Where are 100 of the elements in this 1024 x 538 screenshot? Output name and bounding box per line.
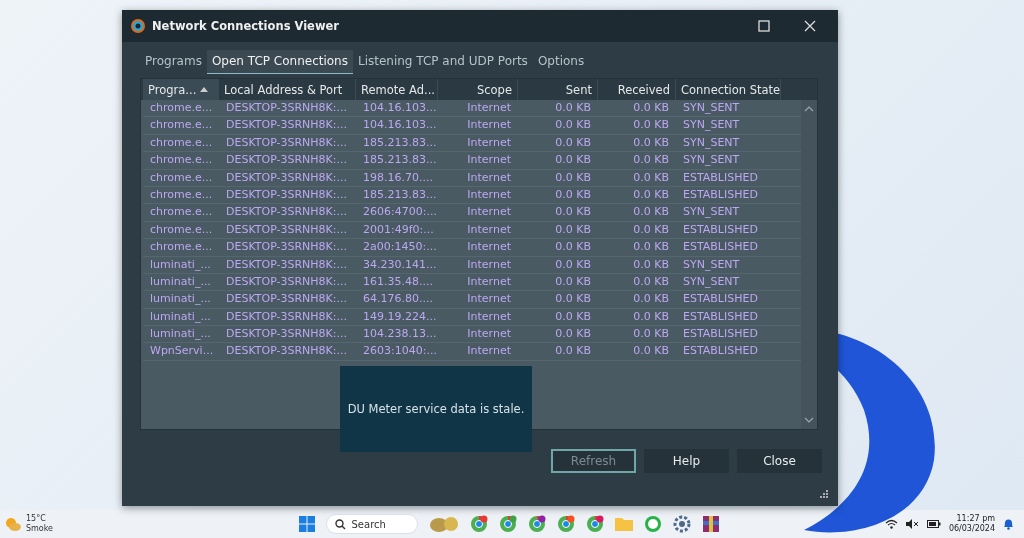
table-cell-text: 0.0 KB: [554, 152, 592, 169]
table-cell-text: luminati_...: [149, 326, 212, 343]
table-cell-text: 0.0 KB: [554, 256, 592, 273]
table-cell-text: 104.16.103...: [362, 100, 438, 116]
table-cell-text: Internet: [466, 221, 512, 238]
tab[interactable]: Listening TCP and UDP Ports: [352, 50, 533, 74]
table-cell-text: 0.0 KB: [554, 186, 592, 203]
browser-icon[interactable]: [498, 515, 517, 533]
browser-icon[interactable]: [527, 515, 546, 533]
table-cell-text: DESKTOP-3SRNH8K:...: [225, 152, 349, 169]
table-cell-text: chrome.e...: [149, 117, 214, 134]
bell-icon[interactable]: [1003, 518, 1014, 530]
browser-icon[interactable]: [585, 515, 604, 533]
table-cell-text: Internet: [466, 343, 512, 360]
windows-logo-icon[interactable]: [298, 516, 315, 532]
table-cell-text: chrome.e...: [149, 169, 214, 186]
table-cell-text: chrome.e...: [149, 152, 214, 169]
table-cell-text: 0.0 KB: [554, 117, 592, 134]
search-icon: [334, 519, 346, 530]
table-cell-text: 0.0 KB: [632, 291, 670, 308]
table-cell-text: DESKTOP-3SRNH8K:...: [225, 273, 349, 290]
table-cell-text: Internet: [466, 100, 512, 116]
table-cell-text: 0.0 KB: [554, 221, 592, 238]
column-header[interactable]: Connection State: [676, 79, 781, 100]
speaker-muted-icon[interactable]: [905, 519, 919, 529]
table-cell-text: chrome.e...: [149, 186, 214, 203]
table-cell-text: DESKTOP-3SRNH8K:...: [225, 117, 349, 134]
column-header[interactable]: Remote Ad...: [356, 79, 438, 100]
resize-grip-icon[interactable]: [820, 490, 828, 498]
table-cell-text: 104.238.13...: [362, 326, 438, 343]
table-cell-text: WpnServi...: [149, 343, 215, 360]
wifi-icon[interactable]: [884, 519, 898, 529]
dialog-button[interactable]: Close: [737, 449, 822, 473]
table-cell-text: Internet: [466, 256, 512, 273]
archive-icon[interactable]: [701, 515, 720, 533]
table-cell-text: 149.19.224...: [362, 308, 438, 325]
search-field[interactable]: Search: [325, 514, 418, 534]
table-cell-text: Internet: [466, 326, 512, 343]
table-cell-text: Internet: [466, 308, 512, 325]
gear-icon[interactable]: [672, 515, 691, 533]
table-cell-text: 198.16.70....: [362, 169, 434, 186]
table-cell-text: chrome.e...: [149, 204, 214, 221]
table-cell-text: 0.0 KB: [632, 256, 670, 273]
dialog-button[interactable]: Help: [644, 449, 729, 473]
table-cell-text: luminati_...: [149, 291, 212, 308]
close-icon[interactable]: [804, 20, 816, 32]
table-cell-text: luminati_...: [149, 256, 212, 273]
table-cell-text: 0.0 KB: [632, 117, 670, 134]
battery-icon[interactable]: [926, 520, 941, 528]
table-cell-text: 2603:1040:...: [362, 343, 438, 360]
table-cell-text: 0.0 KB: [632, 326, 670, 343]
table-cell-text: luminati_...: [149, 308, 212, 325]
table-cell-text: 34.230.141...: [362, 256, 438, 273]
table-cell-text: 0.0 KB: [554, 169, 592, 186]
clock-time[interactable]: 11:27 pm: [956, 514, 995, 524]
table-cell-text: 0.0 KB: [632, 204, 670, 221]
table-cell-text: 0.0 KB: [632, 273, 670, 290]
table-cell-text: ESTABLISHED: [682, 343, 759, 360]
browser-icon[interactable]: [469, 515, 488, 533]
column-header[interactable]: Local Address & Port: [219, 79, 356, 100]
table-cell-text: SYN_SENT: [682, 256, 741, 273]
tab[interactable]: Options: [532, 50, 590, 74]
maximize-icon[interactable]: [758, 20, 770, 32]
table-cell-text: 0.0 KB: [554, 291, 592, 308]
table-cell-text: ESTABLISHED: [682, 221, 759, 238]
tooltip: DU Meter service data is stale.: [340, 366, 532, 452]
table-cell-text: ESTABLISHED: [682, 308, 759, 325]
table-cell-text: 161.35.48....: [362, 273, 434, 290]
table-cell-text: DESKTOP-3SRNH8K:...: [225, 326, 349, 343]
table-cell-text: Internet: [466, 291, 512, 308]
sun-cloud-icon: [4, 516, 22, 532]
browser-icon[interactable]: [556, 515, 575, 533]
table-cell-text: 2001:49f0:...: [362, 221, 435, 238]
scrollbar[interactable]: [801, 100, 817, 429]
table-cell-text: 0.0 KB: [632, 186, 670, 203]
table-cell-text: Internet: [466, 169, 512, 186]
table-cell-text: luminati_...: [149, 273, 212, 290]
table-cell-text: 0.0 KB: [554, 239, 592, 256]
table-cell-text: 0.0 KB: [554, 308, 592, 325]
table-cell-text: 2606:4700:...: [362, 204, 438, 221]
column-header[interactable]: Scope: [438, 79, 518, 100]
app-logo-icon: [130, 18, 146, 34]
table-cell-text: 0.0 KB: [554, 134, 592, 151]
table-cell-text: 0.0 KB: [554, 100, 592, 116]
table-cell-text: SYN_SENT: [682, 152, 741, 169]
tab[interactable]: Open TCP Connections: [206, 50, 353, 74]
tab[interactable]: Programs: [140, 50, 207, 74]
table-cell-text: 0.0 KB: [554, 343, 592, 360]
scroll-down-icon[interactable]: [804, 417, 814, 423]
table-cell-text: ESTABLISHED: [682, 326, 759, 343]
column-header[interactable]: Sent: [518, 79, 598, 100]
column-header[interactable]: Received: [598, 79, 676, 100]
scroll-up-icon[interactable]: [804, 106, 814, 112]
table-cell-text: 0.0 KB: [632, 343, 670, 360]
table-cell-text: 0.0 KB: [632, 221, 670, 238]
clock-date[interactable]: 06/03/2024: [948, 524, 995, 534]
table-cell-text: 0.0 KB: [632, 169, 670, 186]
table-cell-text: 0.0 KB: [554, 204, 592, 221]
column-header[interactable]: Progra...: [143, 79, 219, 100]
table-cell-text: ESTABLISHED: [682, 169, 759, 186]
